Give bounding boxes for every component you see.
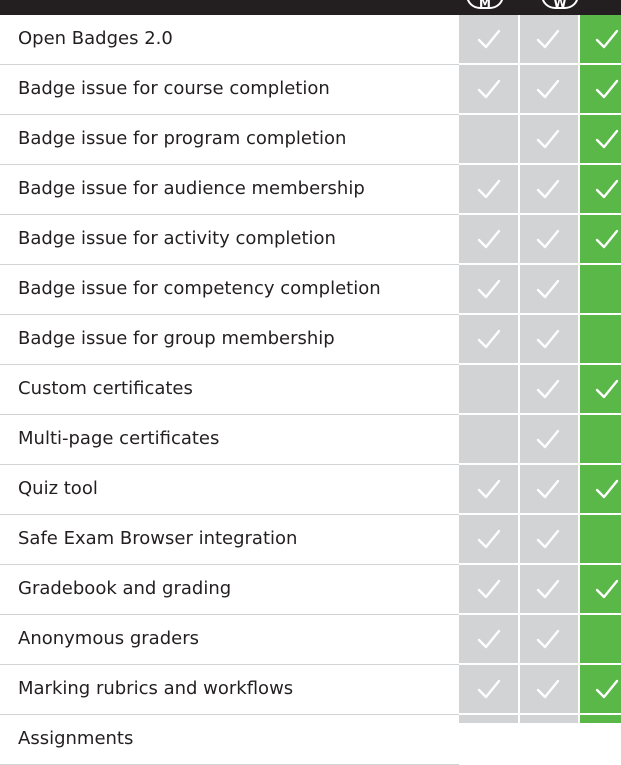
feature-label: Badge issue for program completion <box>18 128 347 149</box>
table-row: Badge issue for audience membership <box>0 165 621 215</box>
table-row: Badge issue for course completion <box>0 65 621 115</box>
check-icon <box>536 677 560 701</box>
check-icon <box>477 277 501 301</box>
table-row: Anonymous graders <box>0 615 621 665</box>
check-icon <box>477 327 501 351</box>
check-icon <box>477 477 501 501</box>
check-icon <box>595 77 619 101</box>
check-icon <box>536 527 560 551</box>
feature-table: Open Badges 2.0 Badge issue for course co… <box>0 15 621 765</box>
check-icon <box>595 27 619 51</box>
table-row: Badge issue for group membership <box>0 315 621 365</box>
feature-label: Badge issue for course completion <box>18 78 330 99</box>
check-icon <box>536 177 560 201</box>
feature-label: Custom certificates <box>18 378 193 399</box>
column-header-m: M <box>466 0 504 10</box>
check-icon <box>536 727 560 751</box>
check-icon <box>477 677 501 701</box>
check-icon <box>595 377 619 401</box>
feature-label: Gradebook and grading <box>18 578 232 599</box>
feature-label: Safe Exam Browser integration <box>18 528 298 549</box>
check-icon <box>536 377 560 401</box>
feature-label: Multi-page certificates <box>18 428 220 449</box>
feature-label: Badge issue for audience membership <box>18 178 365 199</box>
table-row: Open Badges 2.0 <box>0 15 621 65</box>
feature-label: Assignments <box>18 728 134 749</box>
table-row: Gradebook and grading <box>0 565 621 615</box>
check-icon <box>477 227 501 251</box>
check-icon <box>536 77 560 101</box>
table-row: Badge issue for competency completion <box>0 265 621 315</box>
table-row: Quiz tool <box>0 465 621 515</box>
check-icon <box>595 677 619 701</box>
check-icon <box>595 477 619 501</box>
table-row: Custom certificates <box>0 365 621 415</box>
check-icon <box>536 27 560 51</box>
feature-label: Badge issue for group membership <box>18 328 335 349</box>
check-icon <box>595 727 619 751</box>
column-header-w: W <box>541 0 579 10</box>
check-icon <box>595 577 619 601</box>
check-icon <box>477 577 501 601</box>
check-icon <box>595 177 619 201</box>
check-icon <box>477 627 501 651</box>
feature-label: Open Badges 2.0 <box>18 28 173 49</box>
check-icon <box>536 627 560 651</box>
check-icon <box>536 227 560 251</box>
check-icon <box>595 227 619 251</box>
feature-label: Anonymous graders <box>18 628 199 649</box>
check-icon <box>536 477 560 501</box>
table-row: Marking rubrics and workflows <box>0 665 621 715</box>
check-icon <box>477 27 501 51</box>
check-icon <box>536 277 560 301</box>
table-row: Badge issue for activity completion <box>0 215 621 265</box>
check-icon <box>477 727 501 751</box>
feature-label: Badge issue for competency completion <box>18 278 381 299</box>
check-icon <box>536 327 560 351</box>
check-icon <box>595 127 619 151</box>
check-icon <box>477 527 501 551</box>
check-icon <box>536 127 560 151</box>
table-row: Multi-page certificates <box>0 415 621 465</box>
check-icon <box>536 427 560 451</box>
table-row: Safe Exam Browser integration <box>0 515 621 565</box>
feature-label: Badge issue for activity completion <box>18 228 336 249</box>
feature-label: Quiz tool <box>18 478 98 499</box>
table-header-bar: M W <box>0 0 621 15</box>
check-icon <box>536 577 560 601</box>
table-row: Badge issue for program completion <box>0 115 621 165</box>
feature-label: Marking rubrics and workflows <box>18 678 294 699</box>
check-icon <box>477 77 501 101</box>
check-icon <box>477 177 501 201</box>
